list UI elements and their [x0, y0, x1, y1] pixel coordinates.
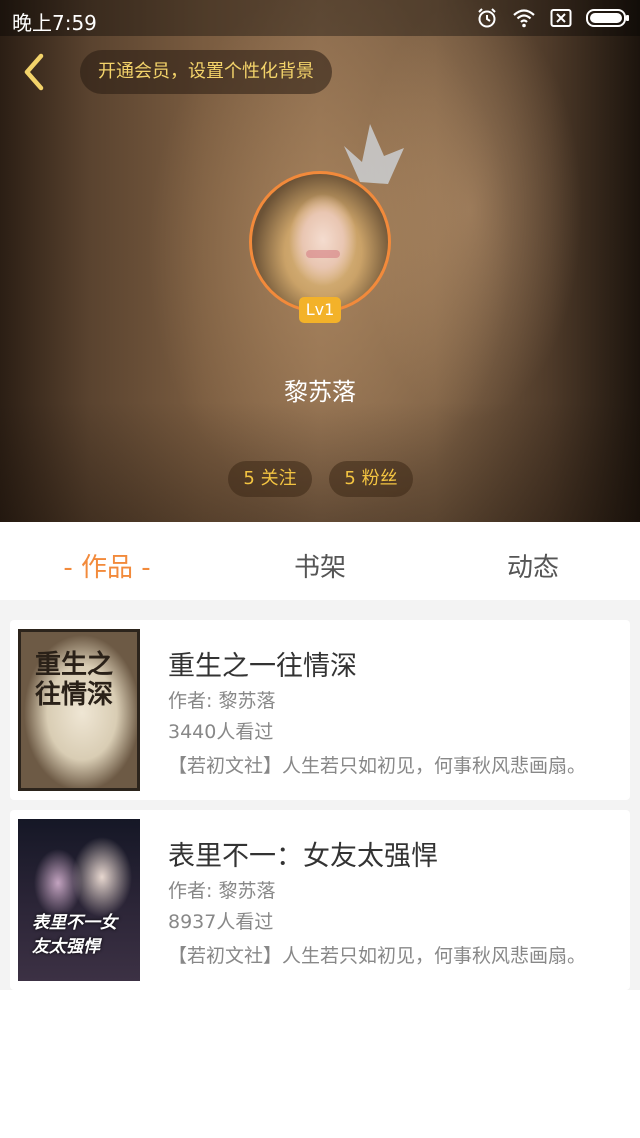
book-title: 表里不一：女友太强悍 [168, 841, 438, 872]
book-description: 【若初文社】人生若只如初见，何事秋风悲画扇。 [168, 755, 587, 777]
username: 黎苏落 [284, 378, 356, 406]
book-views: 8937人看过 [168, 911, 274, 933]
book-description: 【若初文社】人生若只如初见，何事秋风悲画扇。 [168, 945, 587, 967]
list-item[interactable]: 重生之往情深 重生之一往情深 作者: 黎苏落 3440人看过 【若初文社】人生若… [10, 620, 630, 800]
chevron-left-icon [24, 53, 44, 91]
book-author: 作者: 黎苏落 [168, 880, 276, 902]
book-author: 作者: 黎苏落 [168, 690, 276, 712]
tab-activity[interactable]: 动态 [466, 522, 600, 600]
avatar[interactable] [249, 171, 391, 313]
book-cover: 重生之往情深 [18, 629, 140, 791]
level-badge: Lv1 [299, 297, 341, 323]
tab-bookshelf[interactable]: 书架 [250, 522, 390, 600]
profile-header: 晚上7:59 开通会员，设置个性化背景 Lv1 黎苏落 5 关注 5 粉丝 [0, 0, 640, 522]
tab-works[interactable]: - 作品 - [40, 522, 174, 600]
book-views: 3440人看过 [168, 721, 274, 743]
follow-count-button[interactable]: 5 关注 [228, 461, 312, 497]
book-cover: 表里不一女友太强悍 [18, 819, 140, 981]
status-icons [462, 6, 630, 30]
status-time: 晚上7:59 [12, 11, 97, 35]
battery-icon [586, 9, 629, 27]
wifi-icon [513, 9, 535, 28]
alarm-icon [478, 8, 496, 28]
book-cover-title: 表里不一女友太强悍 [32, 913, 117, 957]
fans-count-button[interactable]: 5 粉丝 [329, 461, 413, 497]
list-item[interactable]: 表里不一女友太强悍 表里不一：女友太强悍 作者: 黎苏落 8937人看过 【若初… [10, 810, 630, 990]
book-title: 重生之一往情深 [168, 651, 357, 682]
back-button[interactable] [14, 50, 54, 94]
vip-background-banner[interactable]: 开通会员，设置个性化背景 [80, 50, 332, 94]
profile-page: 晚上7:59 开通会员，设置个性化背景 Lv1 黎苏落 5 关注 5 粉丝 - … [0, 0, 640, 1138]
status-bar: 晚上7:59 [0, 0, 640, 36]
works-list: 重生之往情深 重生之一往情深 作者: 黎苏落 3440人看过 【若初文社】人生若… [0, 610, 640, 990]
book-cover-title: 重生之往情深 [35, 650, 114, 710]
profile-tabs: - 作品 - 书架 动态 [0, 522, 640, 610]
sim-icon [550, 9, 572, 27]
